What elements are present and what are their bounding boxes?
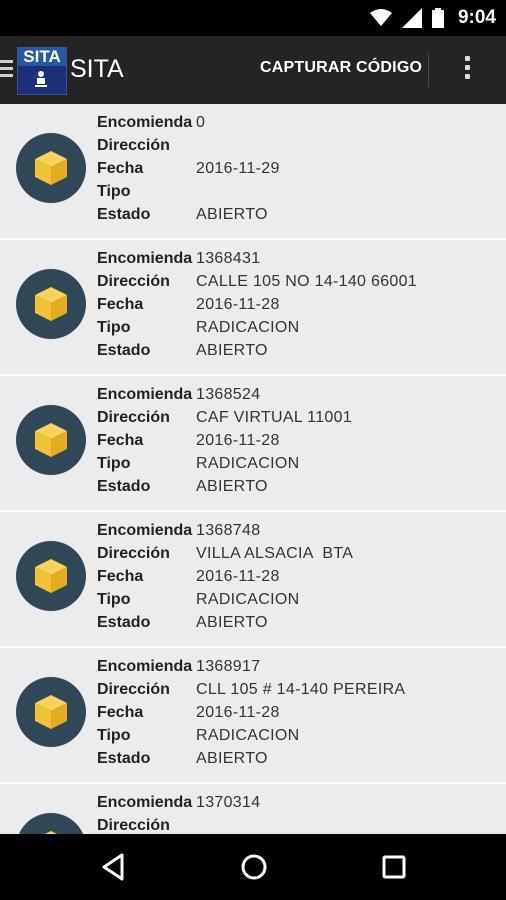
- label-encomienda: Encomienda: [97, 250, 193, 267]
- package-box-icon: [16, 677, 86, 747]
- value-encomienda: 1370314: [196, 794, 261, 811]
- label-direccion: Dirección: [97, 273, 170, 290]
- value-direccion: VILLA ALSACIA BTA: [196, 545, 354, 562]
- value-fecha: 2016-11-28: [196, 432, 280, 449]
- label-fecha: Fecha: [97, 160, 144, 177]
- label-encomienda: Encomienda: [97, 522, 193, 539]
- wifi-icon: [369, 9, 392, 26]
- label-tipo: Tipo: [97, 727, 131, 744]
- label-direccion: Dirección: [97, 137, 170, 154]
- value-estado: ABIERTO: [196, 206, 268, 223]
- value-fecha: 2016-11-28: [196, 704, 280, 721]
- value-direccion: CAF VIRTUAL 11001: [196, 409, 352, 426]
- label-direccion: Dirección: [97, 409, 170, 426]
- value-estado: ABIERTO: [196, 478, 268, 495]
- label-direccion: Dirección: [97, 681, 170, 698]
- value-fecha: 2016-11-28: [196, 296, 280, 313]
- package-box-icon: [16, 405, 86, 475]
- encomienda-list[interactable]: Encomienda 0 Dirección Fecha 2016-11-29 …: [0, 104, 506, 834]
- label-tipo: Tipo: [97, 591, 131, 608]
- label-encomienda: Encomienda: [97, 794, 193, 811]
- label-direccion: Dirección: [97, 545, 170, 562]
- logo-figure-icon: [35, 71, 47, 87]
- value-encomienda: 1368748: [196, 522, 261, 539]
- recent-apps-icon[interactable]: [382, 855, 406, 879]
- label-estado: Estado: [97, 206, 151, 223]
- label-estado: Estado: [97, 342, 151, 359]
- app-logo[interactable]: SITA: [17, 47, 67, 95]
- signal-icon: [401, 8, 422, 28]
- app-title: SITA: [70, 55, 124, 83]
- value-fecha: 2016-11-29: [196, 160, 280, 177]
- label-estado: Estado: [97, 478, 151, 495]
- label-fecha: Fecha: [97, 432, 144, 449]
- hamburger-icon[interactable]: [0, 60, 13, 80]
- value-encomienda: 1368917: [196, 658, 261, 675]
- value-direccion: CLL 105 # 14-140 PEREIRA: [196, 681, 406, 698]
- package-box-icon: [16, 813, 86, 834]
- battery-icon: [431, 8, 444, 28]
- label-estado: Estado: [97, 614, 151, 631]
- list-item[interactable]: Encomienda 1368748 Dirección VILLA ALSAC…: [0, 512, 506, 648]
- label-encomienda: Encomienda: [97, 114, 193, 131]
- value-estado: ABIERTO: [196, 750, 268, 767]
- app-bar: SITA SITA CAPTURAR CÓDIGO: [0, 36, 506, 104]
- value-encomienda: 1368524: [196, 386, 261, 403]
- more-vert-icon[interactable]: [461, 56, 473, 86]
- back-icon[interactable]: [100, 853, 126, 881]
- value-estado: ABIERTO: [196, 614, 268, 631]
- label-encomienda: Encomienda: [97, 658, 193, 675]
- list-item[interactable]: Encomienda 1368524 Dirección CAF VIRTUAL…: [0, 376, 506, 512]
- list-item[interactable]: Encomienda 1368917 Dirección CLL 105 # 1…: [0, 648, 506, 784]
- label-fecha: Fecha: [97, 296, 144, 313]
- package-box-icon: [16, 133, 86, 203]
- package-box-icon: [16, 269, 86, 339]
- divider: [428, 53, 429, 87]
- value-encomienda: 1368431: [196, 250, 261, 267]
- value-encomienda: 0: [196, 114, 206, 131]
- status-bar: 9:04: [0, 0, 506, 36]
- list-item[interactable]: Encomienda 1368431 Dirección CALLE 105 N…: [0, 240, 506, 376]
- label-tipo: Tipo: [97, 455, 131, 472]
- label-direccion: Dirección: [97, 817, 170, 834]
- home-icon[interactable]: [240, 853, 268, 881]
- capture-code-button[interactable]: CAPTURAR CÓDIGO: [260, 59, 422, 77]
- list-item[interactable]: Encomienda 1370314 Dirección: [0, 784, 506, 834]
- value-estado: ABIERTO: [196, 342, 268, 359]
- package-box-icon: [16, 541, 86, 611]
- value-direccion: CALLE 105 NO 14-140 66001: [196, 273, 417, 290]
- status-time: 9:04: [457, 7, 496, 28]
- value-fecha: 2016-11-28: [196, 568, 280, 585]
- label-estado: Estado: [97, 750, 151, 767]
- label-fecha: Fecha: [97, 568, 144, 585]
- logo-text: SITA: [18, 48, 66, 66]
- label-fecha: Fecha: [97, 704, 144, 721]
- navigation-bar: [0, 834, 506, 900]
- value-tipo: RADICACION: [196, 727, 300, 744]
- label-tipo: Tipo: [97, 183, 131, 200]
- value-tipo: RADICACION: [196, 319, 300, 336]
- value-tipo: RADICACION: [196, 455, 300, 472]
- label-encomienda: Encomienda: [97, 386, 193, 403]
- value-tipo: RADICACION: [196, 591, 300, 608]
- label-tipo: Tipo: [97, 319, 131, 336]
- list-item[interactable]: Encomienda 0 Dirección Fecha 2016-11-29 …: [0, 104, 506, 240]
